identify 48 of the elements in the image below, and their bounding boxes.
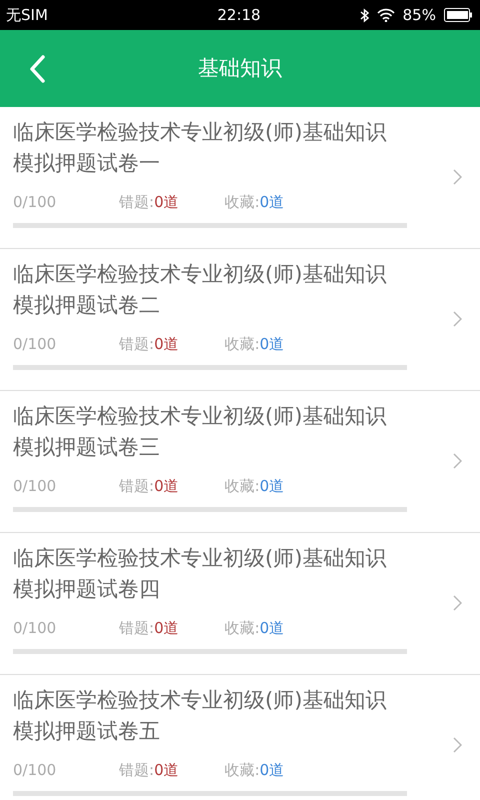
chevron-icon [453,453,462,469]
exam-paper-item[interactable]: 临床医学检验技术专业初级(师)基础知识模拟押题试卷五 0/100 错题:0道 收藏:0道 [0,675,480,800]
paper-title: 临床医学检验技术专业初级(师)基础知识模拟押题试卷四 [13,545,388,603]
exam-paper-item[interactable]: 临床医学检验技术专业初级(师)基础知识模拟押题试卷一 0/100 错题:0道 收藏:0道 [0,107,480,249]
page-title: 基础知识 [198,54,282,82]
chevron-icon [453,595,462,611]
chevron-icon [453,169,462,185]
progress-count: 0/100 [13,192,58,212]
favorite-label: 收藏: [224,618,260,638]
exam-paper-item[interactable]: 临床医学检验技术专业初级(师)基础知识模拟押题试卷二 0/100 错题:0道 收藏:0道 [0,249,480,391]
wrong-label: 错题: [119,476,154,496]
wrong-count: 0道 [154,618,179,638]
wrong-count: 0道 [154,192,179,212]
chevron-icon [453,311,462,327]
paper-title: 临床医学检验技术专业初级(师)基础知识模拟押题试卷一 [13,119,388,177]
favorite-label: 收藏: [224,334,260,354]
favorite-count: 0道 [260,192,284,212]
wrong-count: 0道 [154,760,179,780]
wrong-label: 错题: [119,334,154,354]
battery-text: 85% [402,4,436,26]
battery-icon [444,8,472,22]
paper-title: 临床医学检验技术专业初级(师)基础知识模拟押题试卷三 [13,403,388,461]
wrong-label: 错题: [119,192,154,212]
bluetooth-icon [360,8,369,22]
progress-count: 0/100 [13,618,58,638]
favorite-label: 收藏: [224,476,260,496]
paper-title: 临床医学检验技术专业初级(师)基础知识模拟押题试卷五 [13,687,388,745]
favorite-label: 收藏: [224,760,260,780]
favorite-count: 0道 [260,618,284,638]
favorite-count: 0道 [260,760,284,780]
exam-paper-item[interactable]: 临床医学检验技术专业初级(师)基础知识模拟押题试卷四 0/100 错题:0道 收藏:0道 [0,533,480,675]
progress-count: 0/100 [13,476,58,496]
progress-count: 0/100 [13,760,58,780]
progress-count: 0/100 [13,334,58,354]
paper-title: 临床医学检验技术专业初级(师)基础知识模拟押题试卷二 [13,261,388,319]
wrong-label: 错题: [119,618,154,638]
wrong-count: 0道 [154,476,179,496]
carrier-text: 无SIM [6,4,49,26]
wrong-label: 错题: [119,760,154,780]
chevron-icon [453,737,462,753]
back-icon[interactable] [29,54,45,82]
wrong-count: 0道 [154,334,179,354]
exam-paper-item[interactable]: 临床医学检验技术专业初级(师)基础知识模拟押题试卷三 0/100 错题:0道 收藏:0道 [0,391,480,533]
favorite-count: 0道 [260,334,284,354]
favorite-count: 0道 [260,476,284,496]
wifi-icon [376,8,395,22]
clock-text: 22:18 [217,4,261,26]
favorite-label: 收藏: [224,192,260,212]
